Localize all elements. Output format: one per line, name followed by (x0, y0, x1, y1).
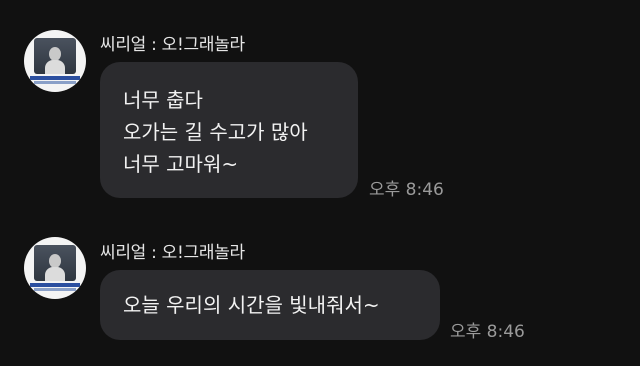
message-timestamp: 오후 8:46 (369, 180, 444, 200)
profile-photo (34, 38, 76, 74)
message-bubble[interactable]: 너무 춥다 오가는 길 수고가 많아 너무 고마워~ (100, 62, 358, 198)
message-timestamp: 오후 8:46 (450, 322, 525, 342)
message-bubble[interactable]: 오늘 우리의 시간을 빛내줘서~ (100, 270, 440, 340)
message-text: 너무 고마워~ (123, 152, 239, 176)
message-text: 오가는 길 수고가 많아 (123, 120, 308, 144)
avatar[interactable] (24, 237, 86, 299)
profile-photo (34, 245, 76, 281)
sender-name: 씨리얼 : 오!그래놀라 (100, 243, 245, 263)
message-text: 너무 춥다 (123, 88, 203, 112)
sender-name: 씨리얼 : 오!그래놀라 (100, 35, 245, 55)
avatar[interactable] (24, 30, 86, 92)
message-text: 오늘 우리의 시간을 빛내줘서~ (123, 293, 380, 317)
